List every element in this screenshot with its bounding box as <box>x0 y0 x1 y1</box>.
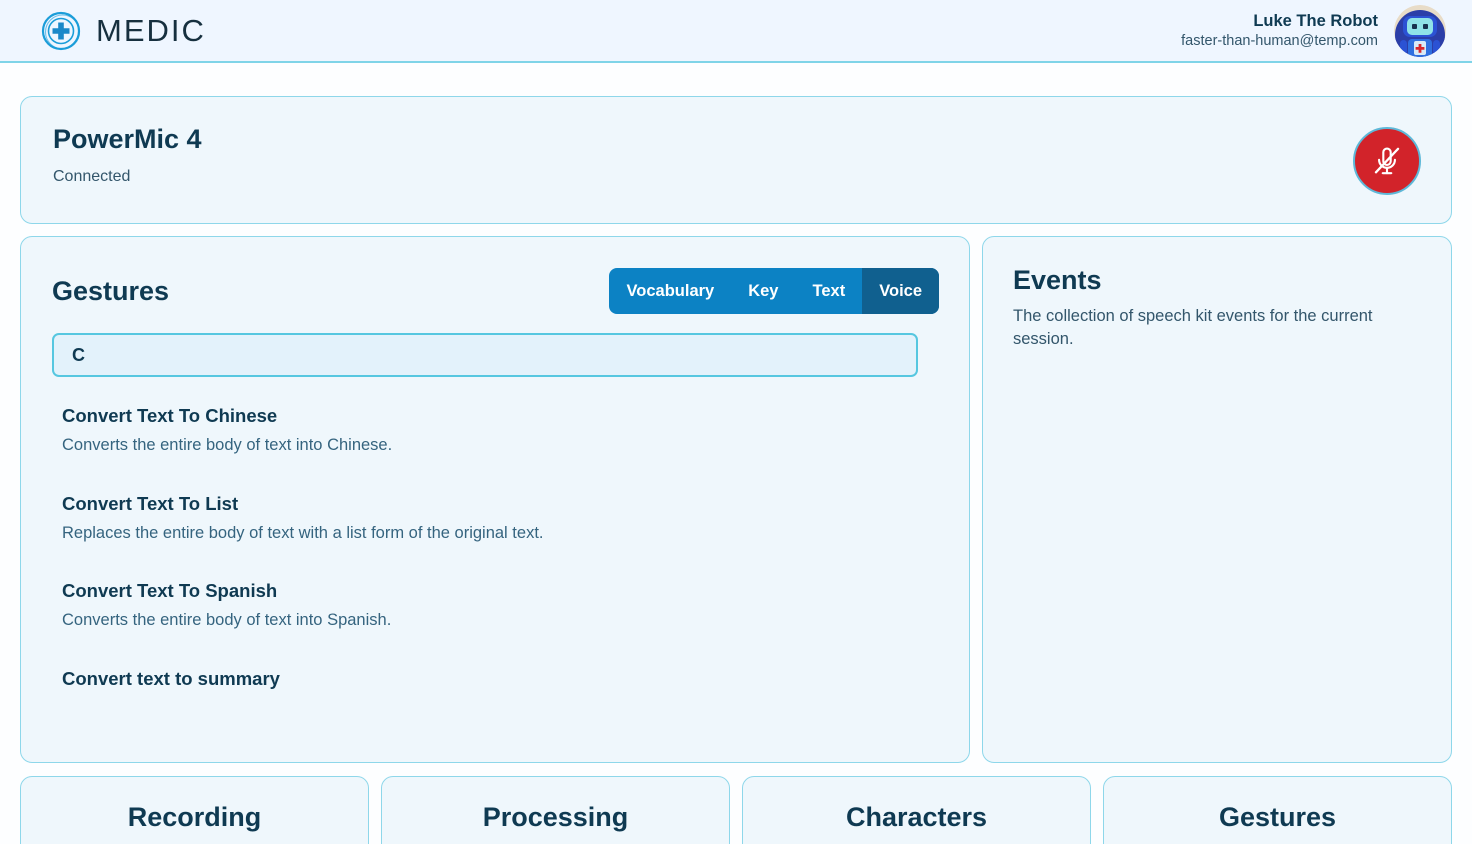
tab-text[interactable]: Text <box>796 268 863 314</box>
page-body: PowerMic 4 Connected Gestures Vocabulary… <box>0 63 1472 844</box>
mic-mute-button[interactable] <box>1353 127 1421 195</box>
events-description: The collection of speech kit events for … <box>1013 307 1373 349</box>
gesture-list: Convert Text To Chinese Converts the ent… <box>52 404 939 690</box>
user-email: faster-than-human@temp.com <box>1181 32 1378 49</box>
stat-label: Recording <box>127 802 262 832</box>
events-title: Events <box>1013 265 1102 295</box>
list-item[interactable]: Convert text to summary <box>52 667 939 690</box>
gesture-name: Convert text to summary <box>62 667 280 689</box>
stat-label: Characters <box>845 802 988 832</box>
tab-key[interactable]: Key <box>731 268 795 314</box>
gesture-search-box[interactable] <box>52 333 918 377</box>
microphone-muted-icon <box>1374 147 1400 175</box>
list-item[interactable]: Convert Text To List Replaces the entire… <box>52 492 939 545</box>
gesture-description: Replaces the entire body of text with a … <box>62 523 544 542</box>
stat-card-characters: Characters 0 <box>742 776 1091 844</box>
tab-voice[interactable]: Voice <box>862 268 939 314</box>
gesture-name: Convert Text To Spanish <box>62 580 278 602</box>
events-panel: Events The collection of speech kit even… <box>982 236 1452 763</box>
list-item[interactable]: Convert Text To Chinese Converts the ent… <box>52 404 939 457</box>
user-info: Luke The Robot faster-than-human@temp.co… <box>1181 10 1378 52</box>
user-name: Luke The Robot <box>1253 11 1378 30</box>
gestures-title: Gestures <box>52 275 170 306</box>
device-title: PowerMic 4 <box>53 124 202 154</box>
stats-row: Recording 0h 0m 0s Processing 0h 0m 0s C… <box>20 776 1452 844</box>
gesture-name: Convert Text To List <box>62 492 239 514</box>
tab-vocabulary[interactable]: Vocabulary <box>609 268 731 314</box>
list-item[interactable]: Convert Text To Spanish Converts the ent… <box>52 579 939 632</box>
avatar[interactable] <box>1394 4 1446 57</box>
brand-logo[interactable]: MEDIC <box>40 10 206 52</box>
device-panel: PowerMic 4 Connected <box>20 96 1452 224</box>
medical-cross-circle-icon <box>41 11 81 50</box>
stat-label: Processing <box>482 802 629 832</box>
main-row: Gestures Vocabulary Key Text Voice Conve… <box>20 236 1452 763</box>
stat-card-gestures: Gestures 0/0/0 <box>1103 776 1452 844</box>
stat-card-recording: Recording 0h 0m 0s <box>20 776 369 844</box>
device-info: PowerMic 4 Connected <box>53 123 202 186</box>
app-header: MEDIC Luke The Robot faster-than-human@t… <box>0 0 1472 63</box>
stat-label: Gestures <box>1218 802 1337 832</box>
user-menu[interactable]: Luke The Robot faster-than-human@temp.co… <box>1181 4 1446 57</box>
gestures-header: Gestures Vocabulary Key Text Voice <box>52 265 939 317</box>
gesture-description: Converts the entire body of text into Ch… <box>62 436 393 455</box>
gesture-name: Convert Text To Chinese <box>62 405 278 426</box>
device-status: Connected <box>53 168 131 186</box>
gesture-search-input[interactable] <box>72 344 898 366</box>
gesture-type-tabs: Vocabulary Key Text Voice <box>609 268 939 314</box>
gesture-description: Converts the entire body of text into Sp… <box>62 611 392 630</box>
stat-card-processing: Processing 0h 0m 0s <box>381 776 730 844</box>
brand-name: MEDIC <box>96 13 206 48</box>
gestures-panel: Gestures Vocabulary Key Text Voice Conve… <box>20 236 970 763</box>
